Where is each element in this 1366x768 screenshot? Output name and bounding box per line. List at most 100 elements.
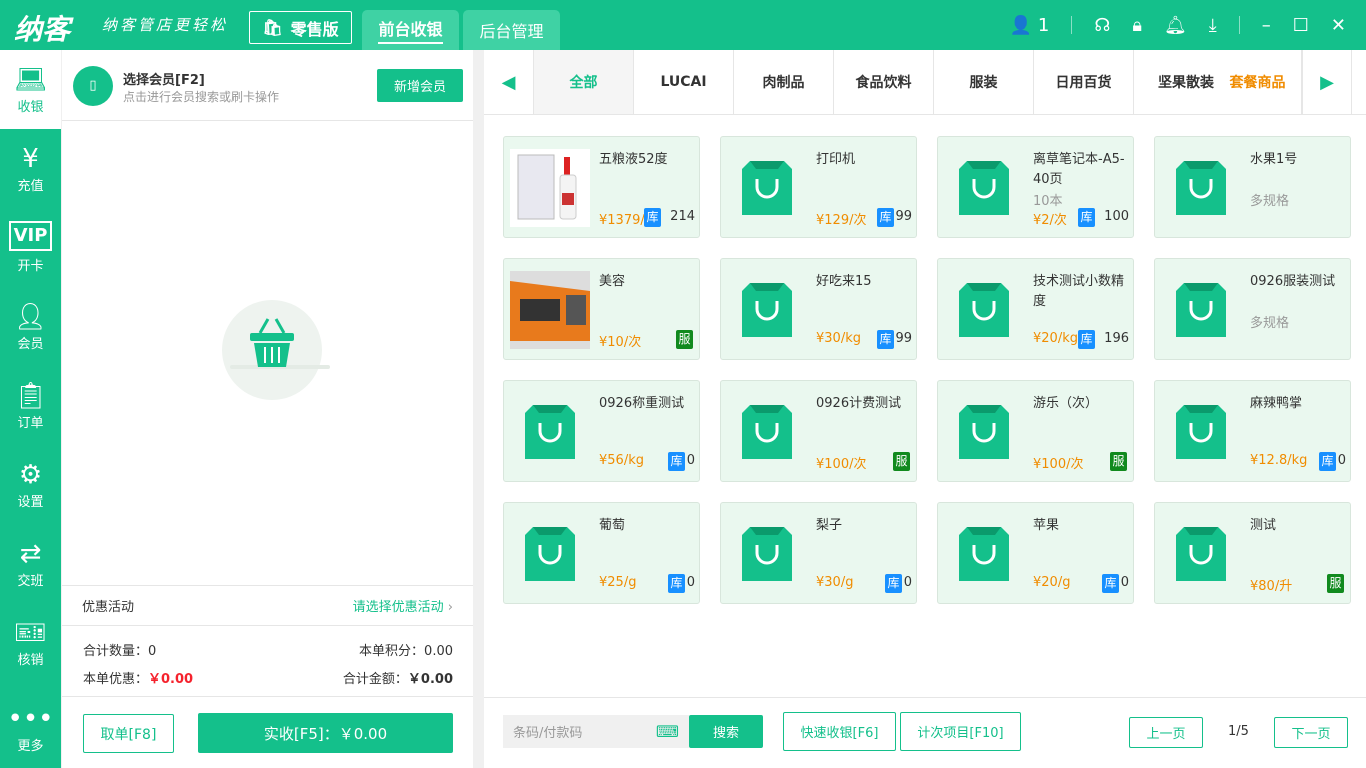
sidebar-item-order[interactable]: 📋︎ 订单 [0,366,61,445]
shift-icon: ⇄ [19,539,42,569]
bottom-toolbar: 条码/付款码 ⌨ 搜索 快速收银[F6] 计次项目[F10] 上一页 1/5 下… [484,697,1366,768]
product-name: 离草笔记本-A5-40页 [1033,152,1125,187]
next-page-button[interactable]: 下一页 [1274,717,1348,748]
product-card[interactable]: 打印机 ¥129/次库 99 [720,136,917,238]
chevron-right-icon: › [447,600,453,615]
stock-badge: 库 [1102,574,1119,593]
cashier-icon: 💻︎ [13,65,47,95]
member-select[interactable]: ▯ 选择会员[F2] 点击进行会员搜索或刷卡操作 新增会员 [62,50,473,121]
headset-icon[interactable]: ☊ [1094,15,1110,36]
category-tab[interactable]: 日用百货 [1034,50,1134,114]
shopping-bag-icon [727,393,807,471]
product-card[interactable]: 梨子 ¥30/g 库 0 [720,502,917,604]
sidebar-item-cashier[interactable]: 💻︎ 收银 [0,50,61,129]
stock-badge: 库 [885,574,902,593]
product-card[interactable]: 美容 ¥10/次 服 [503,258,700,360]
product-card[interactable]: 0926服装测试 多规格 [1154,258,1351,360]
tab-front-cashier[interactable]: 前台收银 [362,10,459,50]
product-card[interactable]: 苹果 ¥20/g 库 0 [937,502,1134,604]
download-icon[interactable]: ⤓ [1209,15,1217,36]
title-bar: 纳客 纳客管店更轻松 🛍 零售版 前台收银 后台管理 👤 1 ☊ 🔒︎ 🔔︎ ⤓ … [0,0,1366,50]
sidebar-item-vip-card[interactable]: VIP 开卡 [0,208,61,287]
stock-badge: 库 [668,452,685,471]
stock-badge: 库 [1078,330,1095,349]
product-image [510,149,590,227]
promo-select-link[interactable]: 请选择优惠活动 [353,600,444,615]
product-name: 测试 [1250,518,1277,533]
member-card-icon: ▯ [73,66,113,106]
sidebar-label: 充值 [17,179,44,194]
settings-icon: ⚙ [18,460,43,490]
product-card[interactable]: 游乐（次） ¥100/次 服 [937,380,1134,482]
product-stock: 0 [903,575,912,590]
category-tab[interactable]: 服装 [934,50,1034,114]
sidebar-item-member[interactable]: 👤︎ 会员 [0,287,61,366]
category-tab[interactable]: 坚果散装 [1134,50,1214,114]
product-card[interactable]: 0926计费测试 ¥100/次 服 [720,380,917,482]
product-name: 0926服装测试 [1250,274,1336,289]
sidebar-item-ticket[interactable]: 🎫︎ 核销 [0,603,61,682]
sidebar-item-settings[interactable]: ⚙ 设置 [0,445,61,524]
category-prev-arrow[interactable]: ◀ [484,50,534,114]
category-tab[interactable]: 肉制品 [734,50,834,114]
sidebar-item-more[interactable]: ••• 更多 [0,689,61,768]
product-card[interactable]: 五粮液52度 ¥1379/瓶库 214 [503,136,700,238]
product-panel: ◀ 全部 LUCAI 肉制品 食品饮料 服装 日用百货 坚果散装 套餐商品 ▶ 五粮液52度 ¥13… [484,50,1366,768]
category-tab[interactable]: LUCAI [634,50,734,114]
bag-icon: 🛍 [262,18,283,37]
product-card[interactable]: 离草笔记本-A5-40页 10本 ¥2/次库 100 [937,136,1134,238]
product-name: 打印机 [816,152,856,167]
category-next-arrow[interactable]: ▶ [1302,50,1352,114]
product-price: ¥30/kg [816,331,861,346]
product-card[interactable]: 水果1号 多规格 [1154,136,1351,238]
shopping-bag-icon [944,149,1024,227]
order-icon: 📋︎ [13,381,47,411]
product-card[interactable]: 技术测试小数精度 ¥20/kg 库 196 [937,258,1134,360]
qty-label: 合计数量： [83,644,149,659]
pay-button[interactable]: 实收[F5]：￥0.00 [198,713,453,753]
tab-backend[interactable]: 后台管理 [463,10,560,50]
keyboard-icon[interactable]: ⌨ [656,722,679,741]
promo-row[interactable]: 优惠活动 请选择优惠活动 › [62,585,473,626]
close-icon[interactable]: ✕ [1331,15,1346,36]
stock-badge: 库 [1319,452,1336,471]
sidebar-label: 收银 [17,100,44,115]
category-tab[interactable]: 食品饮料 [834,50,934,114]
product-stock: 196 [1104,331,1129,346]
search-button[interactable]: 搜索 [689,715,763,748]
add-member-button[interactable]: 新增会员 [377,69,463,102]
minimize-icon[interactable]: – [1262,15,1271,36]
product-card[interactable]: 0926称重测试 ¥56/kg 库 0 [503,380,700,482]
product-card[interactable]: 麻辣鸭掌 ¥12.8/kg 库 0 [1154,380,1351,482]
maximize-icon[interactable]: ☐ [1293,15,1309,36]
user-icon[interactable]: 👤 1 [1010,15,1050,36]
stock-badge: 库 [877,330,894,349]
lock-icon[interactable]: 🔒︎ [1132,15,1142,36]
sidebar-item-recharge[interactable]: ¥ 充值 [0,129,61,208]
product-price: ¥56/kg [599,453,644,468]
cancel-order-button[interactable]: 取单[F8] [83,714,174,753]
product-card[interactable]: 葡萄 ¥25/g 库 0 [503,502,700,604]
bell-icon[interactable]: 🔔︎ [1164,15,1187,36]
product-card[interactable]: 测试 ¥80/升 服 [1154,502,1351,604]
shopping-bag-icon [1161,271,1241,349]
product-price: ¥10/次 [599,335,642,350]
shopping-bag-icon [510,515,590,593]
slogan: 纳客管店更轻松 [102,16,229,34]
category-tab[interactable]: 套餐商品 [1214,50,1302,114]
product-stock: 0 [1337,453,1346,468]
sidebar-item-shift[interactable]: ⇄ 交班 [0,524,61,603]
category-tab[interactable]: 全部 [534,50,634,114]
edition-button[interactable]: 🛍 零售版 [249,11,352,44]
member-icon: 👤︎ [13,302,47,332]
barcode-input[interactable]: 条码/付款码 ⌨ [503,715,689,748]
product-spec: 10本 [1033,194,1063,209]
product-card[interactable]: 好吃来15 ¥30/kg 库 99 [720,258,917,360]
product-name: 技术测试小数精度 [1033,274,1125,309]
quick-checkout-button[interactable]: 快速收银[F6] [783,712,896,751]
service-badge: 服 [1110,452,1127,471]
panel-divider[interactable] [473,50,484,768]
product-name: 葡萄 [599,518,626,533]
prev-page-button[interactable]: 上一页 [1129,717,1203,748]
count-items-button[interactable]: 计次项目[F10] [900,712,1021,751]
